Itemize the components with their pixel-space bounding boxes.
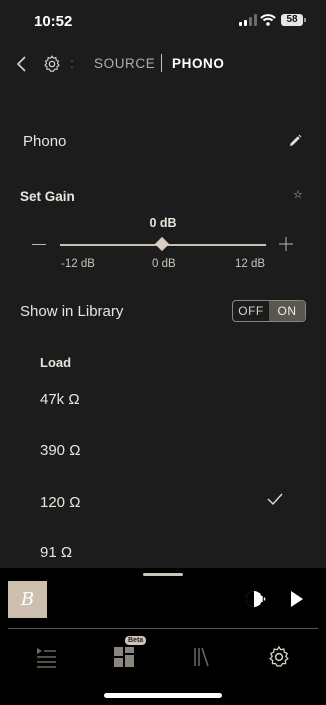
gain-max-label: 12 dB bbox=[235, 258, 266, 270]
show-in-library-label: Show in Library bbox=[20, 303, 124, 320]
battery-icon: 58 bbox=[281, 14, 306, 26]
gear-icon[interactable] bbox=[42, 54, 62, 74]
album-art[interactable]: B bbox=[8, 581, 47, 618]
breadcrumb-source[interactable]: SOURCE bbox=[94, 56, 155, 71]
gain-increase-icon[interactable] bbox=[279, 237, 293, 251]
gain-slider-thumb[interactable] bbox=[154, 236, 170, 252]
wifi-icon bbox=[260, 14, 276, 26]
audio-output-icon[interactable] bbox=[245, 589, 267, 609]
queue-list-icon[interactable] bbox=[34, 645, 58, 669]
checkmark-icon bbox=[267, 493, 283, 506]
play-icon[interactable] bbox=[290, 591, 304, 607]
load-option-47k[interactable]: 47k Ω bbox=[40, 391, 80, 408]
toggle-off-option[interactable]: OFF bbox=[233, 301, 269, 321]
gain-mid-label: 0 dB bbox=[152, 258, 176, 270]
back-chevron-icon[interactable] bbox=[14, 54, 32, 74]
breadcrumb-divider bbox=[161, 54, 162, 72]
breadcrumb-separator: : bbox=[70, 55, 74, 71]
player-divider bbox=[8, 628, 318, 629]
gain-value: 0 dB bbox=[149, 216, 177, 230]
toggle-on-option[interactable]: ON bbox=[269, 301, 305, 321]
cellular-signal-icon bbox=[239, 14, 257, 26]
settings-gear-icon[interactable] bbox=[267, 645, 291, 669]
status-time: 10:52 bbox=[34, 13, 73, 30]
gain-min-label: -12 dB bbox=[61, 258, 95, 270]
set-gain-title: Set Gain bbox=[20, 189, 75, 204]
library-icon[interactable] bbox=[190, 645, 214, 669]
load-option-91[interactable]: 91 Ω bbox=[40, 544, 72, 561]
load-option-120[interactable]: 120 Ω bbox=[40, 494, 80, 511]
now-playing-bar bbox=[0, 568, 326, 705]
beta-badge: Beta bbox=[125, 636, 147, 645]
home-indicator[interactable] bbox=[104, 693, 222, 698]
gain-decrease-icon[interactable] bbox=[32, 244, 46, 245]
player-grabber-handle[interactable] bbox=[143, 573, 183, 576]
pencil-icon[interactable] bbox=[288, 134, 302, 148]
input-name: Phono bbox=[23, 133, 67, 150]
load-option-390[interactable]: 390 Ω bbox=[40, 442, 80, 459]
star-icon[interactable]: ☆ bbox=[293, 188, 303, 201]
show-in-library-toggle[interactable]: OFF ON bbox=[232, 300, 306, 322]
load-title: Load bbox=[40, 355, 72, 370]
breadcrumb-current: PHONO bbox=[172, 56, 225, 71]
dashboard-grid-icon[interactable] bbox=[112, 645, 136, 669]
